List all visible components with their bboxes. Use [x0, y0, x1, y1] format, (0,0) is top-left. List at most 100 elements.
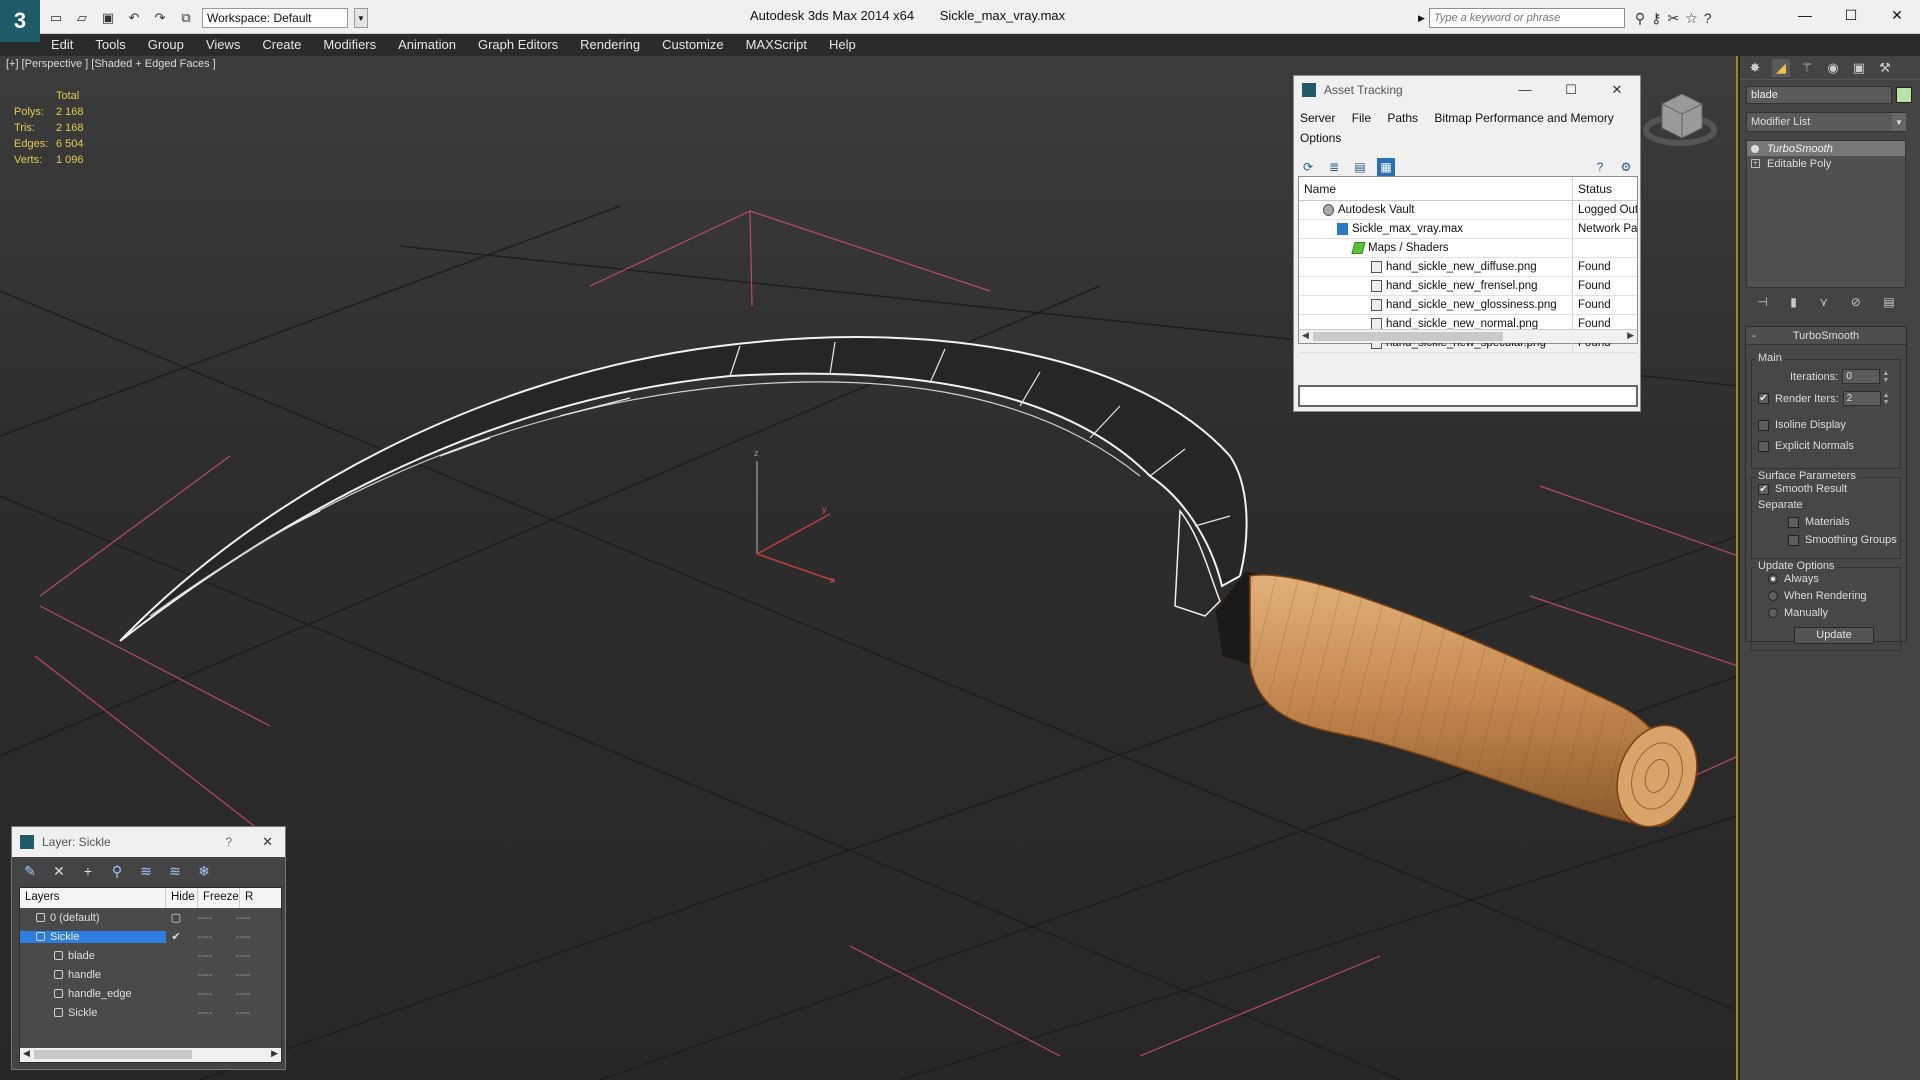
layer-help-button[interactable]: ?	[225, 835, 232, 849]
create-layer-icon[interactable]: ✎	[22, 863, 38, 879]
detail-view-icon[interactable]: ▤	[1351, 158, 1369, 176]
search-input[interactable]	[1428, 8, 1625, 28]
asset-tracking-titlebar[interactable]: Asset Tracking — ☐ ✕	[1294, 76, 1640, 104]
spinner-arrows-icon[interactable]: ▲ ▼	[1883, 392, 1891, 406]
update-button[interactable]: Update	[1794, 627, 1874, 644]
key-icon[interactable]: ⚷	[1651, 10, 1661, 27]
asset-menu-options[interactable]: Options	[1300, 131, 1341, 145]
motion-tab-icon[interactable]: ◉	[1824, 59, 1842, 77]
communication-icon[interactable]: ✂	[1667, 10, 1679, 27]
display-tab-icon[interactable]: ▣	[1850, 59, 1868, 77]
scroll-right-icon[interactable]: ▶	[1627, 330, 1634, 341]
maximize-icon[interactable]: ☐	[1828, 0, 1874, 30]
layer-row[interactable]: handle ---- ----	[20, 965, 281, 984]
layer-hide-toggle[interactable]: ----	[186, 931, 224, 943]
layer-row[interactable]: 0 (default) ▢ ---- ----	[20, 908, 281, 927]
pin-stack-icon[interactable]: ⊣	[1757, 295, 1767, 309]
table-row[interactable]: Autodesk Vault Logged Out	[1299, 201, 1637, 220]
object-hide-toggle[interactable]: ----	[186, 988, 224, 1000]
object-hide-toggle[interactable]: ----	[186, 969, 224, 981]
menu-views[interactable]: Views	[195, 37, 251, 52]
workspace-dropdown[interactable]: Workspace: Default	[202, 8, 348, 28]
object-name-input[interactable]	[1746, 86, 1892, 104]
new-file-icon[interactable]: ▭	[46, 8, 66, 28]
layer-row[interactable]: Sickle ✔ ---- ----	[20, 927, 281, 946]
undo-icon[interactable]: ↶	[124, 8, 144, 28]
favorites-star-icon[interactable]: ☆	[1685, 10, 1698, 27]
menu-tools[interactable]: Tools	[84, 37, 136, 52]
object-freeze-toggle[interactable]: ----	[224, 988, 262, 1000]
column-name[interactable]: Name	[1299, 177, 1573, 200]
object-hide-toggle[interactable]: ----	[186, 950, 224, 962]
list-view-icon[interactable]: ≣	[1325, 158, 1343, 176]
viewcube[interactable]	[1643, 93, 1717, 146]
menu-help[interactable]: Help	[818, 37, 867, 52]
menu-modifiers[interactable]: Modifiers	[312, 37, 387, 52]
asset-path-input[interactable]	[1298, 385, 1638, 407]
always-radio[interactable]	[1768, 574, 1778, 584]
vault-settings-icon[interactable]: ⚙	[1617, 158, 1635, 176]
hierarchy-tab-icon[interactable]: ⚚	[1798, 59, 1816, 77]
stack-item-turbosmooth[interactable]: TurboSmooth	[1747, 141, 1905, 156]
viewport-label[interactable]: [+] [Perspective ] [Shaded + Edged Faces…	[6, 58, 216, 70]
table-row[interactable]: hand_sickle_new_frensel.png Found	[1299, 277, 1637, 296]
show-end-result-icon[interactable]: ▮	[1790, 295, 1797, 309]
layer-hide-toggle[interactable]: ----	[186, 912, 224, 924]
menu-animation[interactable]: Animation	[387, 37, 467, 52]
stack-item-editable-poly[interactable]: + Editable Poly	[1747, 156, 1905, 171]
workspace-dropdown-arrow-icon[interactable]: ▼	[354, 8, 368, 28]
configure-modifier-sets-icon[interactable]: ▤	[1883, 295, 1894, 309]
sickle-blade[interactable]	[119, 336, 1248, 642]
layer-freeze-toggle[interactable]: ----	[224, 931, 262, 943]
expand-plus-icon[interactable]: +	[1751, 159, 1760, 168]
binoculars-icon[interactable]: ⚲	[1635, 10, 1645, 27]
menu-create[interactable]: Create	[251, 37, 312, 52]
project-folder-icon[interactable]: ⧉	[176, 8, 196, 28]
layer-list-hscrollbar[interactable]: ◀ ▶	[20, 1048, 281, 1062]
menu-rendering[interactable]: Rendering	[569, 37, 651, 52]
highlight-selected-icon[interactable]: ≋	[138, 863, 154, 879]
save-icon[interactable]: ▣	[98, 8, 118, 28]
object-hide-toggle[interactable]: ----	[186, 1007, 224, 1019]
close-icon[interactable]: ✕	[1874, 0, 1920, 30]
table-view-icon[interactable]: ▦	[1377, 158, 1395, 176]
menu-customize[interactable]: Customize	[651, 37, 734, 52]
column-layers[interactable]: Layers	[20, 888, 166, 908]
modifier-list-dropdown[interactable]: Modifier List	[1746, 112, 1906, 132]
close-icon[interactable]: ✕	[1594, 82, 1640, 98]
table-row[interactable]: hand_sickle_new_glossiness.png Found	[1299, 296, 1637, 315]
menu-graph-editors[interactable]: Graph Editors	[467, 37, 569, 52]
expand-search-icon[interactable]: ▶	[1418, 13, 1425, 24]
minimize-icon[interactable]: —	[1782, 0, 1828, 30]
render-iters-spinner[interactable]: 2	[1842, 391, 1881, 406]
asset-menu-paths[interactable]: Paths	[1387, 111, 1418, 125]
manually-radio[interactable]	[1768, 608, 1778, 618]
table-row[interactable]: hand_sickle_new_diffuse.png Found	[1299, 258, 1637, 277]
table-row[interactable]: Maps / Shaders	[1299, 239, 1637, 258]
asset-menu-file[interactable]: File	[1352, 111, 1371, 125]
utilities-tab-icon[interactable]: ⚒	[1876, 59, 1894, 77]
explicit-normals-checkbox[interactable]	[1758, 440, 1769, 452]
scroll-left-icon[interactable]: ◀	[1302, 330, 1309, 341]
object-freeze-toggle[interactable]: ----	[224, 950, 262, 962]
menu-group[interactable]: Group	[137, 37, 195, 52]
layer-freeze-toggle[interactable]: ----	[224, 912, 262, 924]
modify-tab-icon[interactable]: ◢	[1772, 58, 1790, 77]
object-freeze-toggle[interactable]: ----	[224, 1007, 262, 1019]
remove-modifier-icon[interactable]: ⊘	[1851, 295, 1861, 309]
redo-icon[interactable]: ↷	[150, 8, 170, 28]
sickle-handle[interactable]	[1214, 570, 1710, 838]
make-unique-icon[interactable]: ⋎	[1819, 295, 1828, 309]
render-iters-checkbox[interactable]: ✔	[1758, 393, 1769, 404]
menu-maxscript[interactable]: MAXScript	[735, 37, 818, 52]
column-render[interactable]: R	[240, 888, 260, 908]
layer-current-flag[interactable]: ▢	[166, 911, 186, 924]
smoothing-groups-checkbox[interactable]	[1788, 534, 1799, 546]
layer-dialog-titlebar[interactable]: Layer: Sickle ? ✕	[12, 827, 285, 857]
lightbulb-icon[interactable]	[1751, 144, 1759, 153]
scroll-left-icon[interactable]: ◀	[23, 1048, 30, 1059]
modifier-list-arrow-icon[interactable]: ▼	[1892, 113, 1906, 131]
column-hide[interactable]: Hide	[166, 888, 198, 908]
add-to-layer-icon[interactable]: +	[80, 863, 96, 879]
maximize-icon[interactable]: ☐	[1548, 82, 1594, 98]
